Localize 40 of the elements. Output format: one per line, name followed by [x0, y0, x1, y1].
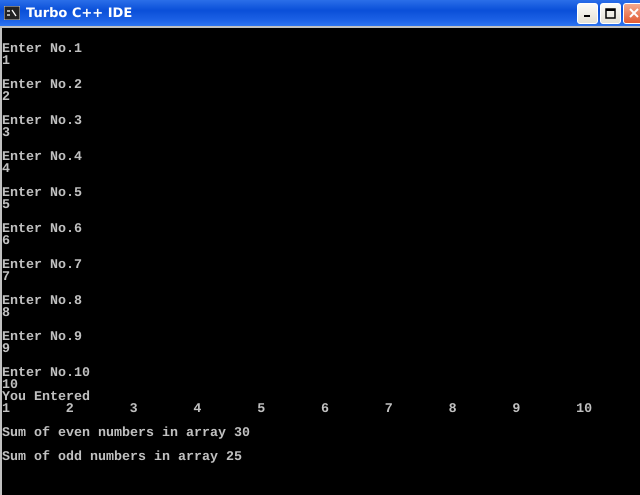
input-value: 6	[2, 236, 10, 248]
entered-value: 3	[130, 404, 138, 416]
entered-value: 8	[448, 404, 457, 416]
console-icon	[4, 6, 20, 20]
prompt-text: Enter No.9	[2, 332, 82, 344]
minimize-button[interactable]	[577, 2, 598, 24]
entered-value: 9	[512, 404, 520, 416]
input-value: 8	[2, 308, 10, 320]
input-value: 4	[2, 164, 10, 176]
entered-value: 4	[193, 404, 202, 416]
entered-value: 2	[66, 404, 74, 416]
input-value: 9	[2, 344, 10, 356]
entered-value: 7	[384, 404, 393, 416]
entered-value: 6	[320, 404, 329, 416]
result-text: Sum of odd numbers in array 25	[2, 452, 242, 464]
prompt-text: Enter No.10	[2, 368, 90, 380]
close-button[interactable]	[623, 2, 640, 24]
input-value: 3	[2, 128, 10, 140]
entered-value: 1	[2, 404, 10, 416]
prompt-text: Enter No.2	[2, 80, 82, 92]
maximize-button[interactable]	[600, 2, 621, 24]
entered-value: 10	[576, 404, 592, 416]
prompt-text: Enter No.6	[2, 224, 82, 236]
output-heading: You Entered	[2, 392, 90, 404]
prompt-text: Enter No.8	[2, 296, 82, 308]
result-text: Sum of even numbers in array 30	[2, 428, 250, 440]
prompt-text: Enter No.5	[2, 188, 82, 200]
prompt-text: Enter No.3	[2, 116, 82, 128]
prompt-text: Enter No.4	[2, 152, 82, 164]
entered-value: 5	[257, 404, 266, 416]
maximize-icon	[605, 8, 616, 18]
input-value: 7	[2, 272, 10, 284]
input-value: 2	[2, 92, 10, 104]
window-title: Turbo C++ IDE	[26, 6, 134, 20]
prompt-text: Enter No.7	[2, 260, 82, 272]
input-value: 1	[2, 56, 10, 68]
input-value: 10	[2, 380, 18, 392]
prompt-text: Enter No.1	[2, 44, 82, 56]
input-value: 5	[2, 200, 10, 212]
close-icon	[628, 8, 638, 18]
